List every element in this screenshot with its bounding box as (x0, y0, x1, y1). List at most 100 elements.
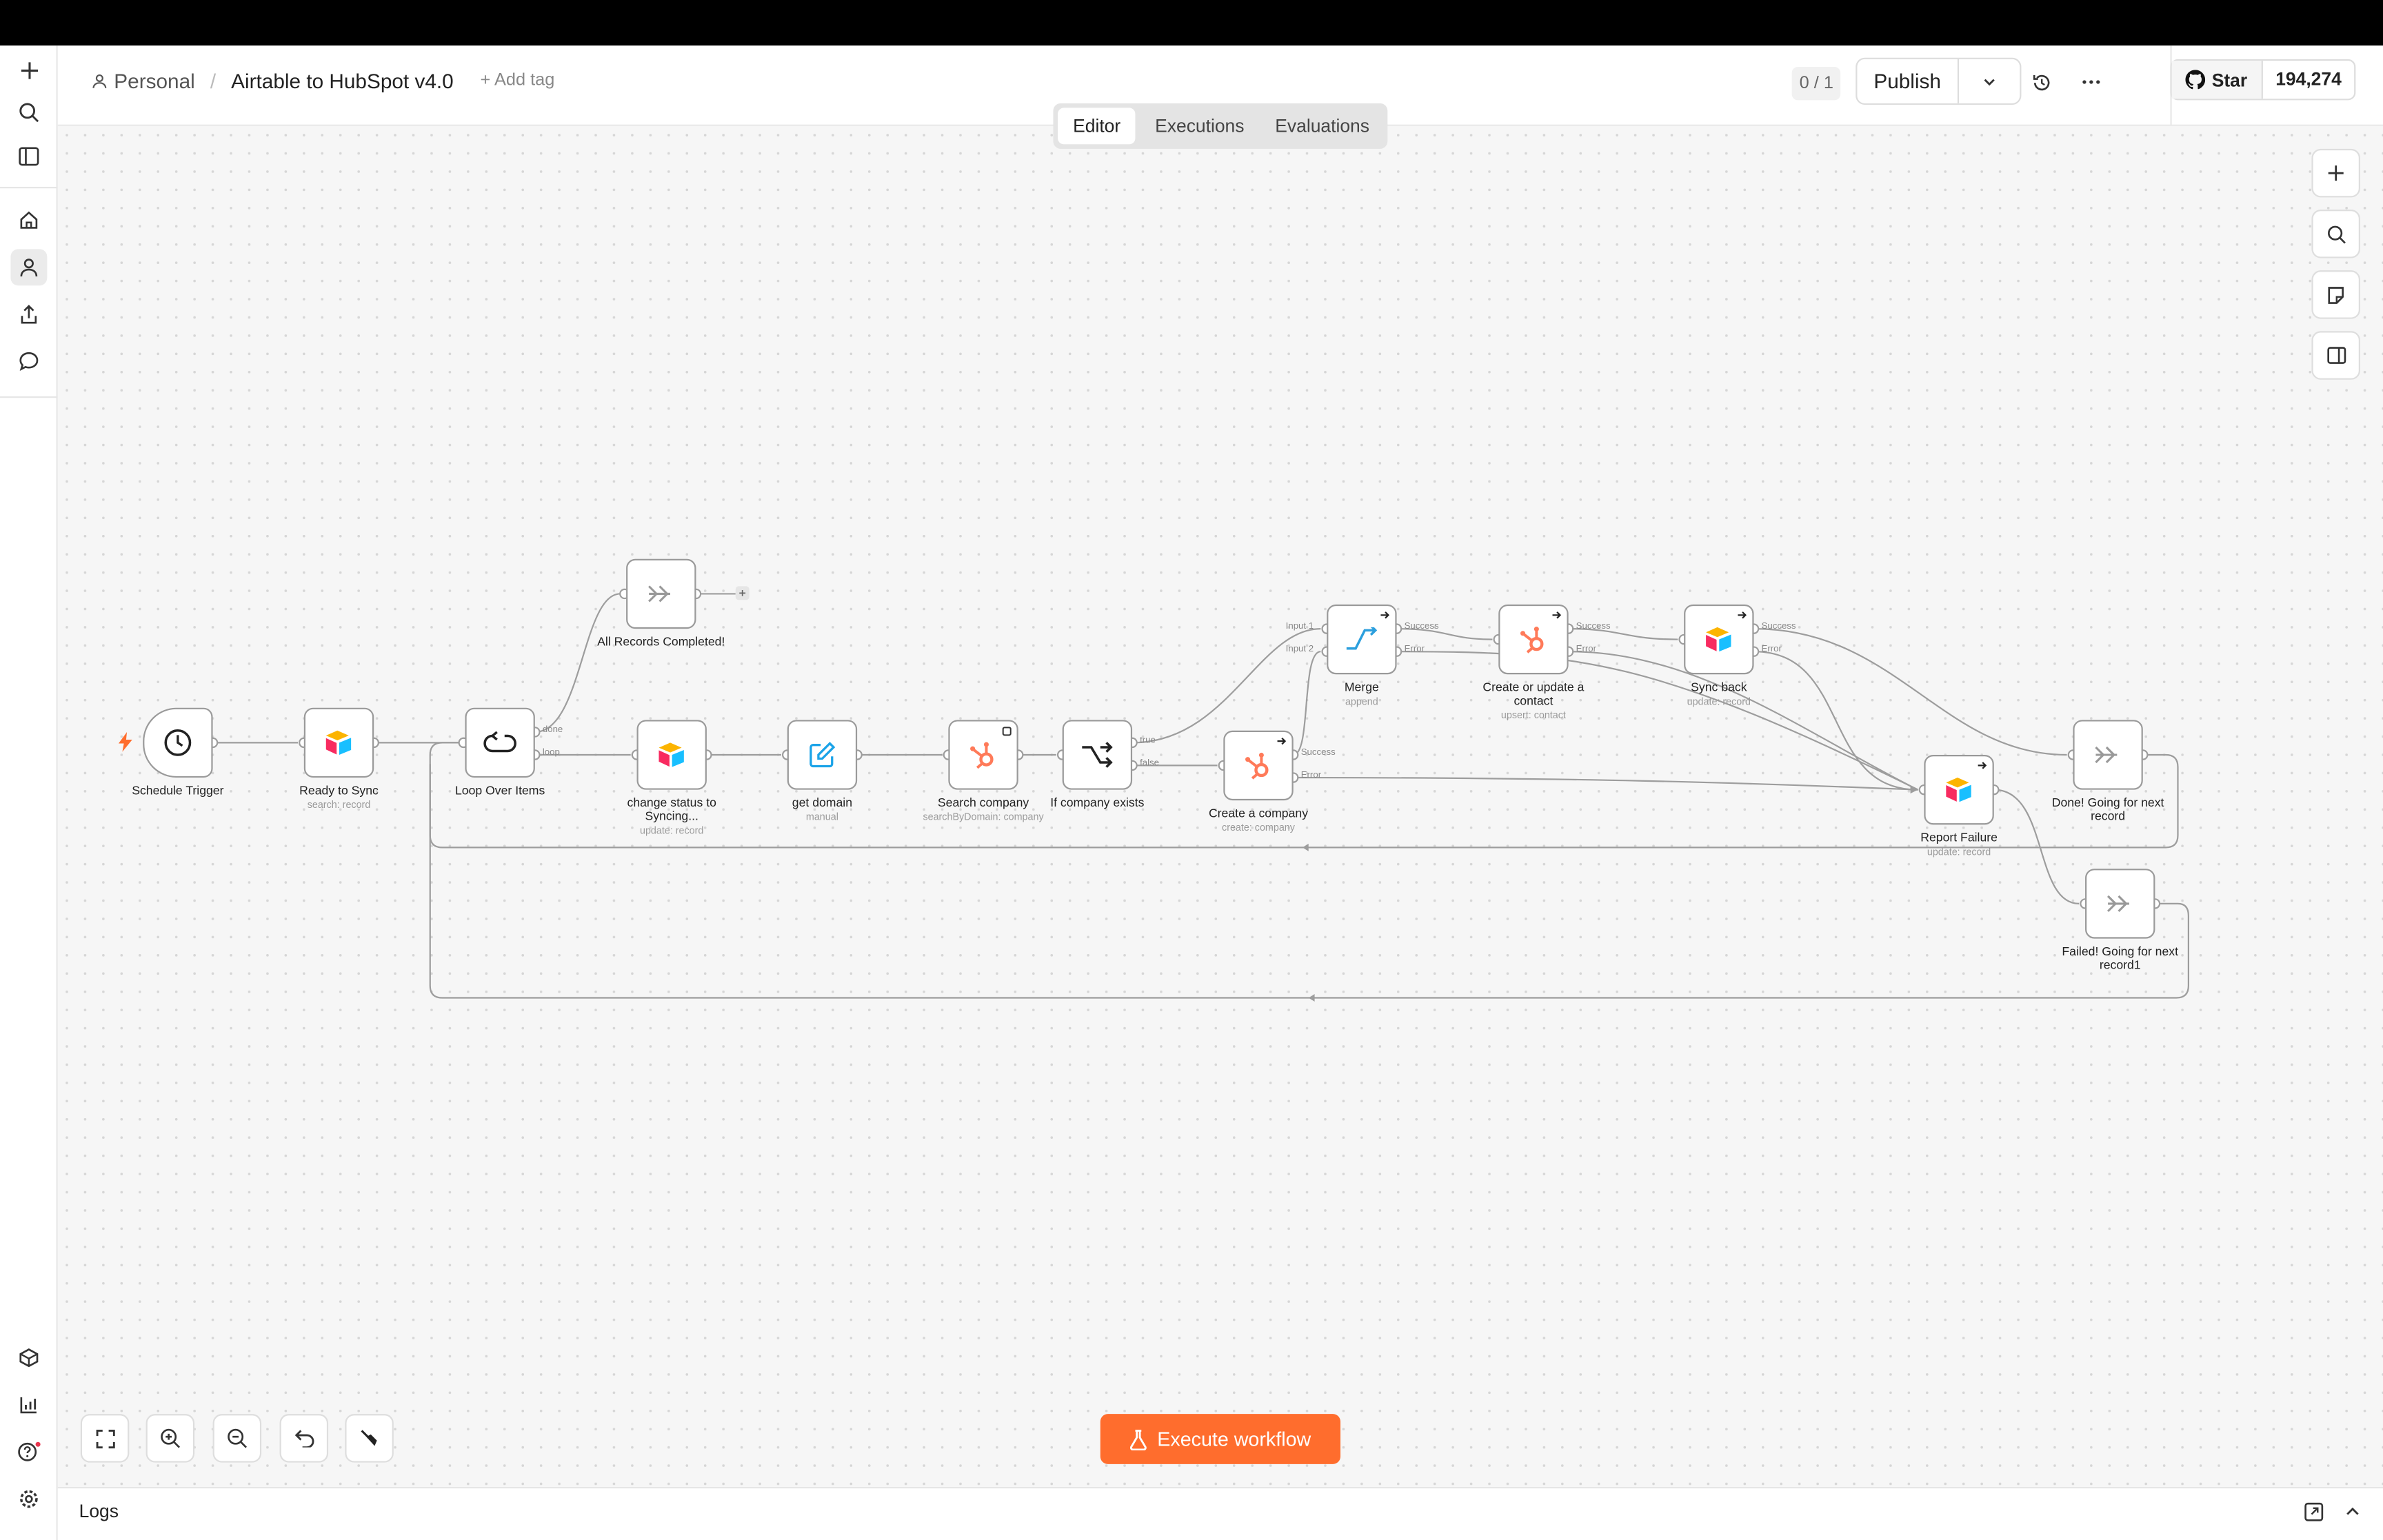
tab-evaluations[interactable]: Evaluations (1260, 108, 1385, 144)
fit-view-icon (95, 1428, 114, 1448)
node-if-company-exists[interactable] (1062, 720, 1133, 790)
breadcrumb-owner[interactable]: Personal (114, 70, 194, 92)
workflow-canvas[interactable]: Schedule Trigger Ready to Sync search: r… (57, 125, 2383, 1487)
history-icon[interactable] (2026, 67, 2056, 97)
top-black-band (0, 0, 2383, 46)
search-icon[interactable] (10, 94, 47, 131)
arrow-loopback-done (1302, 843, 1309, 851)
templates-icon[interactable] (10, 1339, 47, 1376)
no-op-arrow-icon (2107, 895, 2129, 913)
sticky-note-icon (2328, 286, 2344, 303)
node-label: Merge (1344, 680, 1379, 694)
node-label-line1: Done! Going for next (2051, 796, 2164, 810)
settings-icon[interactable] (10, 1481, 47, 1517)
input-label-1: Input 1 (1285, 622, 1314, 632)
airtable-icon (1706, 627, 1731, 652)
logs-panel-bar[interactable]: Logs (57, 1486, 2383, 1540)
breadcrumb-separator: / (210, 70, 217, 93)
edge-create-error-report (1293, 776, 1918, 791)
node-create-update-contact[interactable] (1498, 604, 1569, 675)
app-root: Personal / Airtable to HubSpot v4.0 + Ad… (0, 0, 2383, 1540)
zoom-in-icon (161, 1428, 181, 1448)
search-nodes-button[interactable] (2311, 210, 2360, 259)
input-label-2: Input 2 (1285, 645, 1314, 655)
view-tabs: Editor Executions Evaluations (1053, 103, 1388, 149)
node-failed-next-record[interactable] (2085, 869, 2155, 939)
node-get-domain[interactable] (787, 720, 858, 790)
node-subtitle: create: company (1222, 823, 1295, 834)
publish-dropdown-button[interactable] (1959, 59, 2020, 103)
node-create-company[interactable] (1223, 730, 1294, 801)
node-subtitle: update: record (1927, 847, 1991, 858)
zoom-in-button[interactable] (145, 1414, 195, 1463)
arrow-right-icon (1978, 762, 1987, 769)
hubspot-icon (1520, 627, 1544, 654)
arrow-right-icon (1552, 611, 1562, 619)
personal-icon[interactable] (10, 249, 48, 286)
share-icon[interactable] (10, 296, 47, 333)
breadcrumb[interactable]: Personal / Airtable to HubSpot v4.0 (91, 70, 454, 93)
node-ready-to-sync[interactable] (303, 707, 374, 778)
publish-button[interactable]: Publish (1857, 59, 1960, 103)
sidebar-divider (0, 396, 58, 398)
node-loop-over-items[interactable] (465, 707, 535, 778)
sticky-note-button[interactable] (2311, 270, 2360, 319)
undo-button[interactable] (279, 1414, 329, 1463)
node-done-next-record[interactable] (2073, 720, 2143, 790)
execute-workflow-label: Execute workflow (1157, 1428, 1311, 1451)
zoom-out-button[interactable] (212, 1414, 262, 1463)
no-op-arrow-icon (2095, 746, 2118, 764)
chevron-down-icon (1984, 78, 1995, 85)
node-schedule-trigger[interactable] (143, 707, 213, 778)
arrow-loopback-failed (1308, 993, 1315, 1002)
version-badge: 0 / 1 (1791, 66, 1842, 101)
toggle-panel-button[interactable] (2311, 331, 2360, 380)
tab-executions[interactable]: Executions (1140, 108, 1259, 144)
chevron-up-icon[interactable] (2345, 1505, 2360, 1517)
execute-workflow-button[interactable]: Execute workflow (1100, 1414, 1341, 1464)
node-subtitle: update: record (639, 826, 704, 837)
node-label-line2: record (2091, 809, 2126, 824)
pop-out-icon[interactable] (2304, 1502, 2324, 1522)
node-label-line2: record1 (2099, 958, 2141, 973)
airtable-icon (658, 742, 684, 767)
hubspot-icon (1245, 752, 1269, 780)
chat-icon[interactable] (10, 343, 47, 380)
home-icon[interactable] (10, 202, 47, 239)
node-label-line1: Failed! Going for next (2062, 944, 2178, 959)
add-tag-button[interactable]: + Add tag (480, 72, 554, 90)
output-label-error: Error (1576, 645, 1597, 655)
output-label-false: false (1140, 759, 1160, 769)
help-icon[interactable] (10, 1434, 47, 1470)
arrow-right-icon (1738, 611, 1747, 619)
more-options-icon[interactable] (2076, 67, 2107, 97)
add-node-button[interactable] (2311, 148, 2360, 198)
node-all-records-completed[interactable] (626, 558, 696, 629)
node-report-failure[interactable] (1924, 754, 1994, 825)
tidy-up-button[interactable] (345, 1414, 394, 1463)
workflow-name[interactable]: Airtable to HubSpot v4.0 (231, 70, 454, 92)
fit-view-button[interactable] (80, 1414, 130, 1463)
node-change-status[interactable] (636, 720, 707, 790)
github-icon (2186, 70, 2206, 90)
add-icon[interactable] (10, 52, 47, 88)
node-label: Loop Over Items (454, 783, 545, 798)
toggle-sidebar-icon[interactable] (10, 138, 47, 174)
output-label-done: done (542, 726, 563, 736)
node-sync-back[interactable] (1684, 604, 1754, 675)
insights-icon[interactable] (10, 1387, 47, 1424)
hubspot-icon (970, 742, 994, 769)
node-label: Report Failure (1920, 831, 1998, 844)
node-search-company[interactable] (948, 720, 1018, 790)
broom-icon (361, 1430, 377, 1446)
github-star-button[interactable]: Star 194,274 (2170, 59, 2356, 101)
tab-editor[interactable]: Editor (1058, 108, 1136, 145)
github-star[interactable]: Star (2171, 61, 2263, 99)
node-subtitle: append (1345, 697, 1378, 708)
node-label: Ready to Sync (299, 783, 379, 798)
output-label-success: Success (1404, 622, 1439, 632)
panel-icon (2326, 347, 2346, 364)
flask-icon (1130, 1428, 1147, 1450)
plus-icon (2328, 165, 2344, 181)
node-merge[interactable] (1327, 604, 1397, 675)
